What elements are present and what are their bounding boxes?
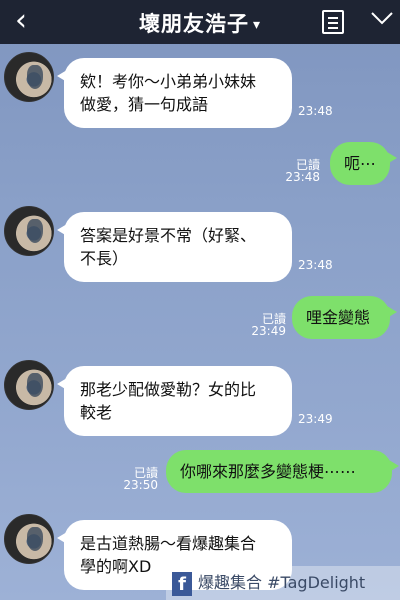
- message-time: 23:50: [123, 478, 158, 492]
- message-line: 呃⋯: [344, 154, 377, 173]
- incoming-message-bubble[interactable]: 答案是好景不常（好緊、 不長）: [57, 212, 292, 282]
- message-line: 哩金變態: [306, 308, 371, 327]
- message-line: 是古道熱腸～看爆趣集合: [80, 534, 257, 553]
- avatar[interactable]: [4, 206, 54, 256]
- facebook-icon: f: [172, 571, 192, 596]
- message-line: 你哪來那麼多變態梗⋯⋯: [180, 462, 357, 481]
- incoming-message-bubble[interactable]: 那老少配做愛勒？女的比 較老: [57, 366, 292, 436]
- message-time: 23:49: [251, 324, 286, 338]
- chat-header: ‹ 壞朋友浩子 ▾: [0, 0, 400, 44]
- message-line: 答案是好景不常（好緊、: [80, 226, 257, 245]
- message-line: 不長）: [80, 249, 129, 268]
- outgoing-message-bubble[interactable]: 哩金變態: [292, 296, 397, 339]
- message-time: 23:48: [298, 104, 333, 118]
- outgoing-message-bubble[interactable]: 你哪來那麼多變態梗⋯⋯: [166, 450, 399, 493]
- message-line: 那老少配做愛勒？女的比: [80, 380, 257, 399]
- message-line: 做愛，猜一句成語: [80, 95, 209, 114]
- chat-area[interactable]: 欸！考你～小弟弟小妹妹 做愛，猜一句成語 23:48 已讀 23:48 呃⋯ 答…: [0, 44, 400, 600]
- message-time: 23:48: [285, 170, 320, 184]
- contact-name: 壞朋友浩子: [138, 12, 249, 36]
- message-line: 較老: [80, 403, 113, 422]
- avatar[interactable]: [4, 514, 54, 564]
- watermark: f 爆趣集合 #TagDelight: [166, 566, 400, 600]
- message-time: 23:48: [298, 258, 333, 272]
- message-line: 欸！考你～小弟弟小妹妹: [80, 72, 257, 91]
- avatar[interactable]: [4, 52, 54, 102]
- outgoing-message-bubble[interactable]: 呃⋯: [330, 142, 397, 185]
- watermark-text: 爆趣集合 #TagDelight: [198, 573, 366, 592]
- incoming-message-bubble[interactable]: 欸！考你～小弟弟小妹妹 做愛，猜一句成語: [57, 58, 292, 128]
- message-time: 23:49: [298, 412, 333, 426]
- title-caret-icon: ▾: [252, 17, 262, 33]
- notes-menu-icon[interactable]: [322, 10, 344, 34]
- chevron-down-icon[interactable]: [370, 6, 394, 30]
- avatar[interactable]: [4, 360, 54, 410]
